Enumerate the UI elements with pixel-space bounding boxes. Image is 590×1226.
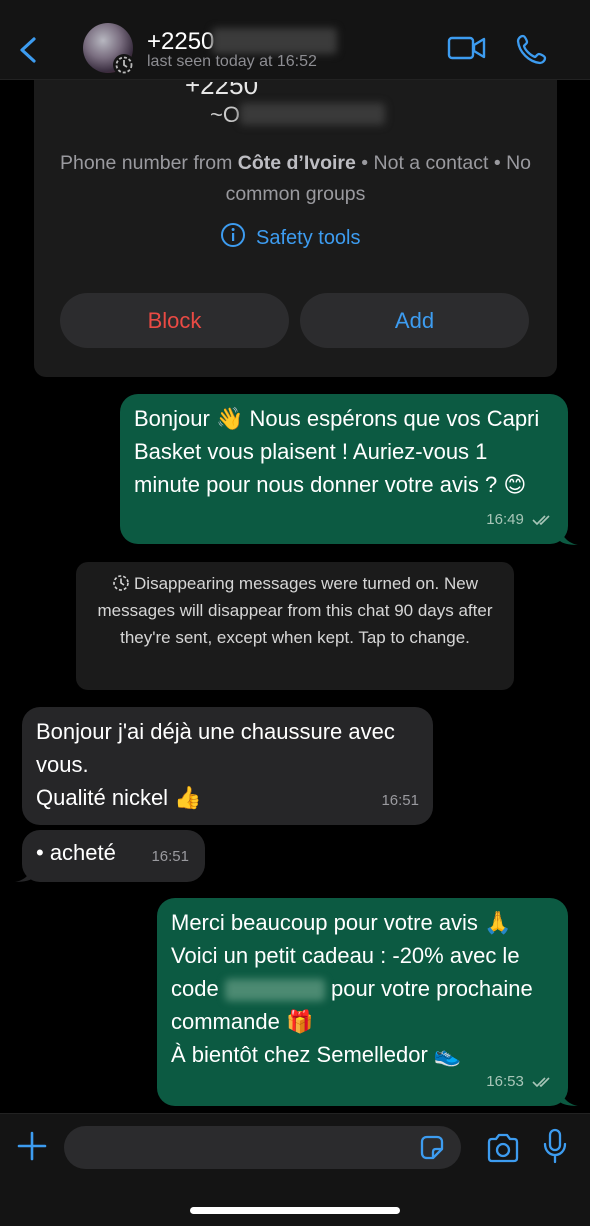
back-button[interactable]: [14, 30, 44, 70]
contact-name[interactable]: +2250: [147, 28, 214, 56]
bubble-tail: [560, 1088, 578, 1106]
message-text: Bonjour 👋 Nous espérons que vos Capri Ba…: [134, 406, 540, 497]
message-meta: 16:53: [486, 1065, 554, 1098]
contact-alias: ~O: [210, 102, 240, 127]
outgoing-message[interactable]: Merci beaucoup pour votre avis 🙏 Voici u…: [157, 898, 568, 1106]
safety-tools-link[interactable]: Safety tools: [220, 222, 361, 254]
bubble-tail: [15, 864, 33, 882]
promo-code-redaction: [224, 979, 325, 1002]
contact-origin-info: Phone number from Côte d’Ivoire • Not a …: [34, 148, 557, 210]
add-contact-button[interactable]: Add: [300, 293, 529, 348]
timer-icon: [113, 575, 129, 591]
message-text: commande 🎁: [171, 1009, 314, 1034]
sticker-button[interactable]: [418, 1134, 446, 1162]
outgoing-message[interactable]: Bonjour 👋 Nous espérons que vos Capri Ba…: [120, 394, 568, 544]
double-check-icon: [532, 515, 550, 526]
chevron-left-icon: [20, 37, 36, 63]
block-button[interactable]: Block: [60, 293, 289, 348]
message-text: Merci beaucoup pour votre avis 🙏: [171, 910, 512, 935]
message-time: 16:51: [381, 792, 419, 809]
message-time: 16:51: [151, 848, 189, 865]
voice-message-button[interactable]: [542, 1128, 568, 1164]
alias-redaction: [240, 103, 385, 125]
country-name: Côte d’Ivoire: [237, 152, 356, 174]
incoming-message[interactable]: Bonjour j'ai déjà une chaussure avec vou…: [22, 707, 433, 825]
double-check-icon: [532, 1077, 550, 1088]
message-text: • acheté: [36, 840, 116, 865]
voice-call-button[interactable]: [515, 32, 549, 66]
message-text: Bonjour j'ai déjà une chaussure avec vou…: [36, 719, 395, 777]
name-redaction: [212, 28, 337, 54]
info-prefix: Phone number from: [59, 152, 238, 174]
camera-button[interactable]: [486, 1133, 520, 1163]
notice-text: Disappearing messages were turned on. Ne…: [97, 574, 493, 647]
message-text: Voici un petit cadeau : -20% avec le: [171, 943, 520, 968]
video-call-button[interactable]: [447, 32, 487, 64]
attach-button[interactable]: [16, 1130, 48, 1162]
incoming-message[interactable]: • acheté 16:51: [22, 830, 205, 882]
message-text: Qualité nickel 👍: [36, 785, 202, 810]
microphone-icon: [543, 1128, 567, 1164]
last-seen-status: last seen today at 16:52: [147, 53, 317, 70]
message-text-part: pour votre prochaine: [330, 976, 533, 1001]
message-text: code pour votre prochaine: [171, 972, 554, 1005]
message-time: 16:49: [486, 511, 524, 528]
bubble-tail: [560, 527, 578, 545]
sticker-icon: [420, 1135, 444, 1160]
message-time: 16:53: [486, 1073, 524, 1090]
timer-icon: [113, 54, 135, 76]
message-text-part: code: [171, 976, 219, 1001]
video-camera-icon: [447, 36, 486, 60]
plus-icon: [17, 1131, 47, 1161]
camera-icon: [487, 1133, 519, 1163]
message-input[interactable]: [64, 1126, 461, 1169]
phone-icon: [516, 34, 547, 65]
safety-tools-label: Safety tools: [256, 226, 361, 249]
home-indicator[interactable]: [190, 1207, 400, 1214]
message-meta: 16:49: [486, 503, 554, 536]
disappearing-messages-notice[interactable]: Disappearing messages were turned on. Ne…: [76, 562, 514, 690]
info-circle-icon: [220, 222, 246, 254]
